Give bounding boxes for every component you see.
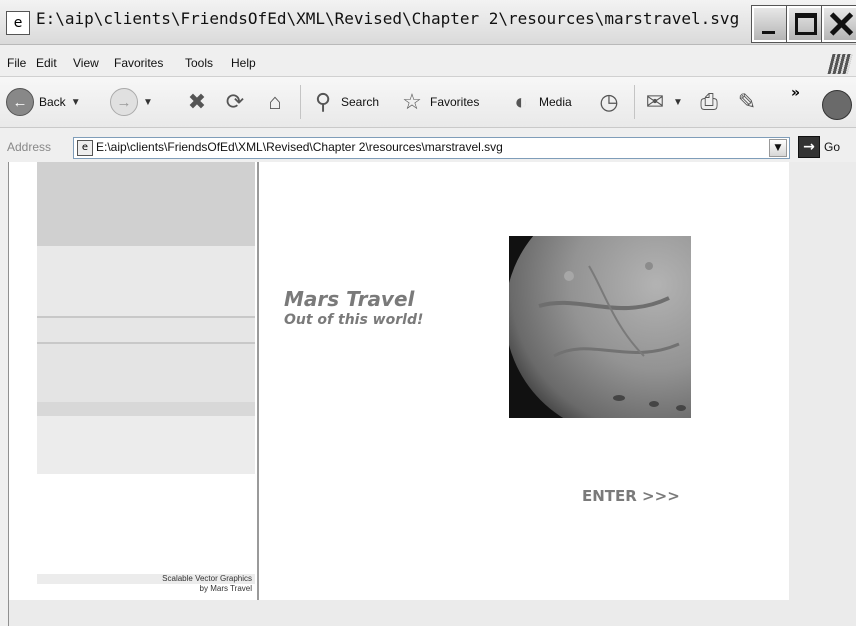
menu-view[interactable]: View xyxy=(73,56,99,70)
chevron-down-icon[interactable]: ▼ xyxy=(143,97,153,108)
credit-text: Scalable Vector Graphics by Mars Travel xyxy=(37,574,252,594)
home-icon: ⌂ xyxy=(268,89,282,114)
page-viewport: Scalable Vector Graphics by Mars Travel … xyxy=(8,162,856,626)
page-subtitle: Out of this world! xyxy=(284,312,424,328)
nav-band-1[interactable] xyxy=(37,162,255,246)
chevron-down-icon[interactable]: ▼ xyxy=(71,97,81,108)
messenger-icon[interactable] xyxy=(822,90,852,120)
favorites-button[interactable]: ☆ Favorites xyxy=(399,77,479,127)
page-title: Mars Travel xyxy=(284,287,415,311)
edit-page-icon: ✎ xyxy=(737,89,757,114)
maximize-button[interactable] xyxy=(786,5,824,43)
menu-tools[interactable]: Tools xyxy=(185,56,213,70)
media-button[interactable]: ◐ Media xyxy=(508,77,572,127)
forward-arrow-icon: → xyxy=(110,88,138,116)
menu-edit[interactable]: Edit xyxy=(36,56,57,70)
page-icon: e xyxy=(77,140,93,156)
close-button[interactable] xyxy=(821,5,856,43)
print-button[interactable]: ⎙ xyxy=(696,77,722,127)
chevron-down-icon[interactable]: ▼ xyxy=(673,97,683,108)
history-icon: ◷ xyxy=(599,89,619,114)
media-icon: ◐ xyxy=(514,89,528,114)
left-nav-panel: Scalable Vector Graphics by Mars Travel xyxy=(9,162,259,600)
credit-line-1: Scalable Vector Graphics xyxy=(162,574,252,583)
media-label: Media xyxy=(539,95,572,109)
browser-window: e E:\aip\clients\FriendsOfEd\XML\Revised… xyxy=(0,0,856,626)
search-button[interactable]: ⚲ Search xyxy=(310,77,379,127)
windows-logo-icon xyxy=(827,54,853,74)
address-bar: Address e E:\aip\clients\FriendsOfEd\XML… xyxy=(0,134,856,160)
search-icon: ⚲ xyxy=(314,89,332,114)
nav-band-2[interactable] xyxy=(37,246,255,316)
menu-favorites[interactable]: Favorites xyxy=(114,56,163,70)
menu-file[interactable]: File xyxy=(7,56,26,70)
stop-button[interactable]: ✖ xyxy=(184,77,210,127)
minimize-button[interactable] xyxy=(751,5,789,43)
address-input[interactable]: e E:\aip\clients\FriendsOfEd\XML\Revised… xyxy=(73,137,790,159)
forward-button[interactable]: → ▼ xyxy=(110,77,153,127)
nav-band-5[interactable] xyxy=(37,402,255,416)
back-arrow-icon: ← xyxy=(6,88,34,116)
star-icon: ☆ xyxy=(402,89,422,114)
more-tools-button[interactable]: » xyxy=(791,85,800,101)
refresh-icon: ⟳ xyxy=(225,89,245,114)
enter-link[interactable]: ENTER >>> xyxy=(582,487,680,505)
edit-button[interactable]: ✎ xyxy=(734,77,760,127)
go-arrow-icon[interactable]: → xyxy=(798,136,820,158)
mail-button[interactable]: ✉ ▼ xyxy=(642,77,683,127)
toolbar-separator xyxy=(634,85,635,119)
refresh-button[interactable]: ⟳ xyxy=(222,77,248,127)
credit-line-2: by Mars Travel xyxy=(199,584,252,593)
back-button[interactable]: ← Back ▼ xyxy=(6,77,81,127)
nav-band-6[interactable] xyxy=(37,416,255,474)
menu-help[interactable]: Help xyxy=(231,56,256,70)
address-dropdown-icon[interactable]: ▼ xyxy=(769,139,787,157)
nav-band-3[interactable] xyxy=(37,318,255,342)
address-value: E:\aip\clients\FriendsOfEd\XML\Revised\C… xyxy=(96,140,503,154)
svg-page: Scalable Vector Graphics by Mars Travel … xyxy=(9,162,789,600)
menu-bar: File Edit View Favorites Tools Help xyxy=(0,52,856,77)
mars-image xyxy=(509,236,691,418)
printer-icon: ⎙ xyxy=(700,89,718,114)
home-button[interactable]: ⌂ xyxy=(262,77,288,127)
stop-icon: ✖ xyxy=(187,89,207,114)
favorites-label: Favorites xyxy=(430,95,480,109)
standard-toolbar: ← Back ▼ → ▼ ✖ ⟳ ⌂ ⚲ Search ☆ Favorites … xyxy=(0,77,856,128)
mail-icon: ✉ xyxy=(645,89,665,114)
toolbar-separator xyxy=(300,85,301,119)
search-label: Search xyxy=(341,95,380,109)
ie-icon: e xyxy=(6,11,30,35)
window-title: E:\aip\clients\FriendsOfEd\XML\Revised\C… xyxy=(36,9,742,28)
go-button[interactable]: Go xyxy=(824,140,840,154)
history-button[interactable]: ◷ xyxy=(596,77,622,127)
title-bar[interactable]: e E:\aip\clients\FriendsOfEd\XML\Revised… xyxy=(0,0,856,45)
back-label: Back xyxy=(39,95,66,109)
nav-band-4[interactable] xyxy=(37,344,255,402)
address-label: Address xyxy=(7,140,52,154)
